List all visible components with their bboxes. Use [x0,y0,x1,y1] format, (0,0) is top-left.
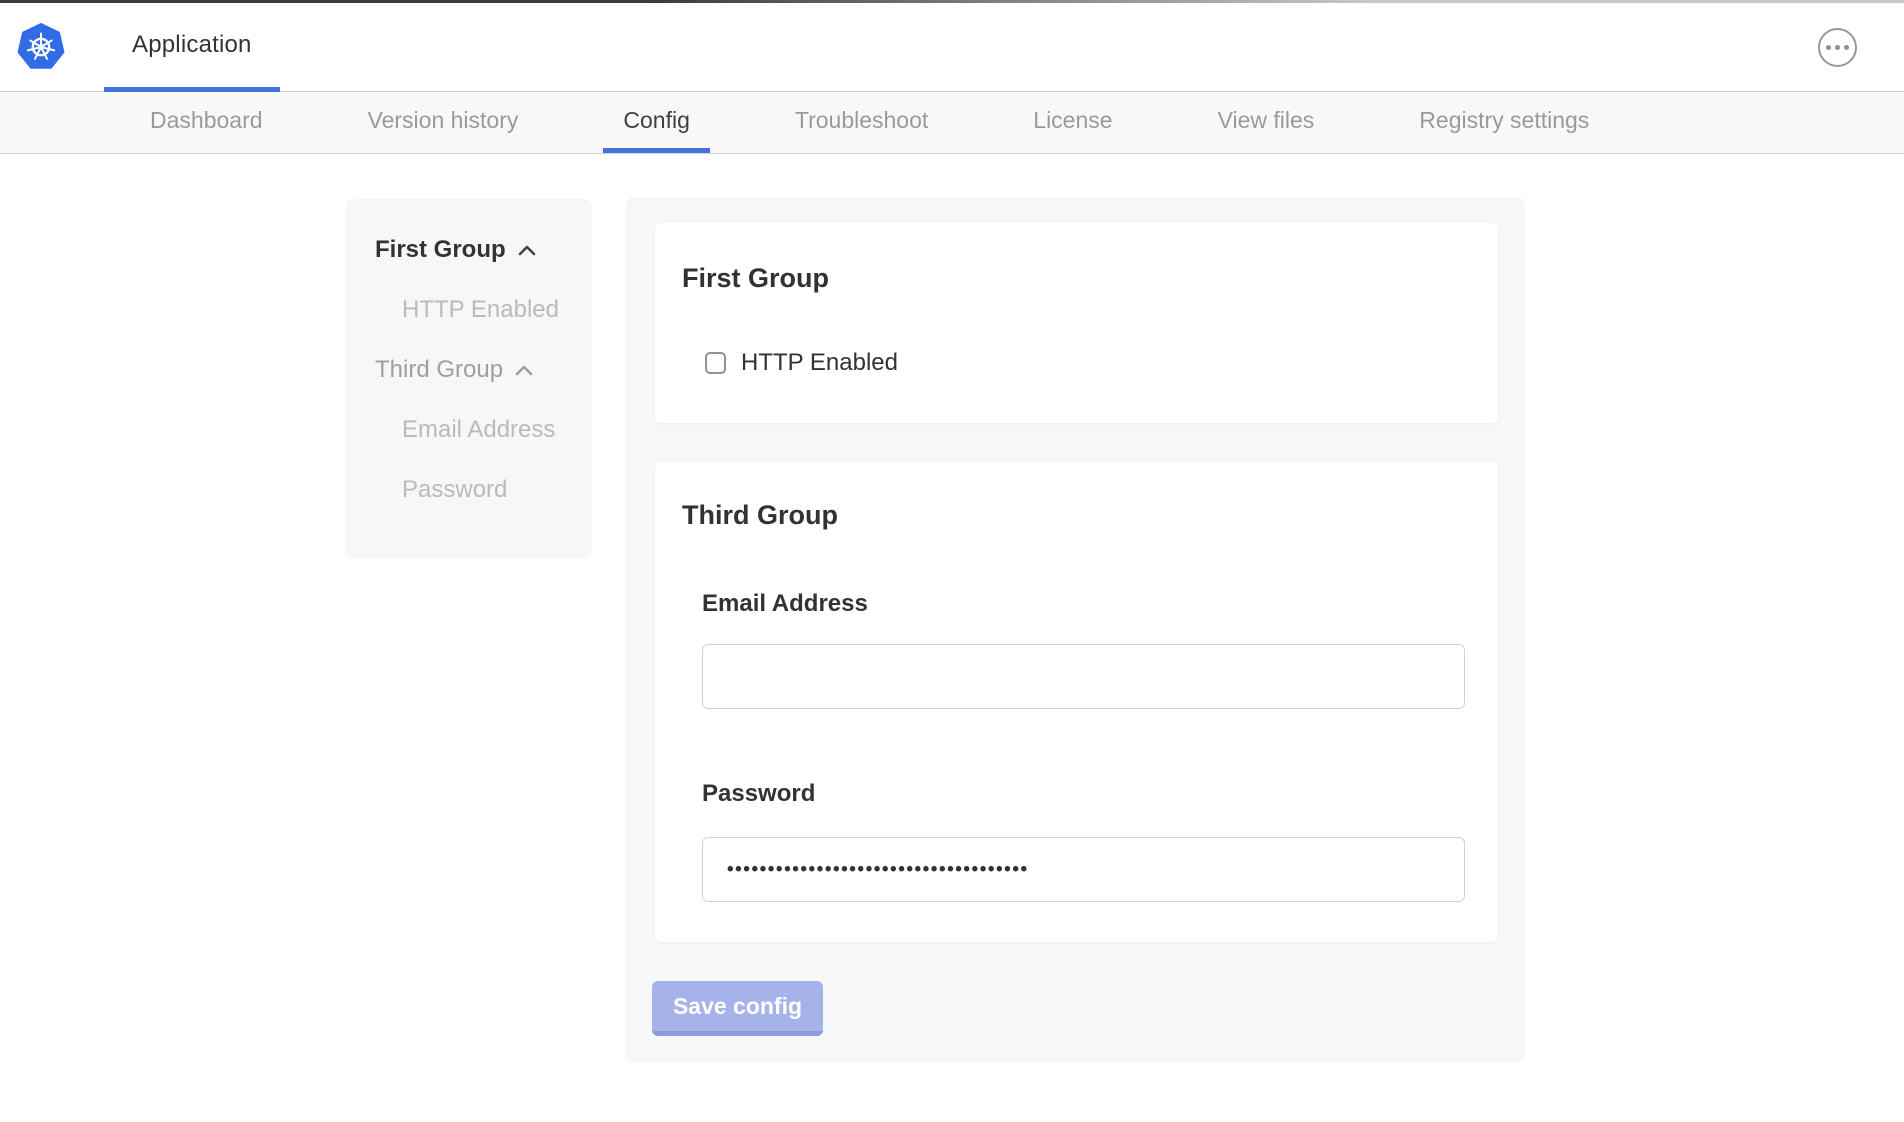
chevron-up-icon [515,365,533,376]
sidebar-item-password[interactable]: Password [346,460,592,520]
tab-version-history[interactable]: Version history [348,92,539,153]
app-subnav: Dashboard Version history Config Trouble… [0,92,1904,154]
config-panel: First Group HTTP Enabled Third Group Ema… [626,197,1525,1063]
sidebar-group-label: First Group [375,236,506,264]
tab-registry-settings[interactable]: Registry settings [1399,92,1609,153]
sidebar-group-first-group[interactable]: First Group [346,220,592,280]
config-page: Application Dashboard Version history Co… [0,0,1904,1122]
sidebar-item-label: Password [402,476,507,504]
email-address-label: Email Address [702,590,868,618]
group-title: Third Group [682,500,838,531]
kubernetes-logo-icon [17,23,65,71]
sidebar-item-http-enabled[interactable]: HTTP Enabled [346,280,592,340]
tab-license[interactable]: License [1013,92,1132,153]
group-title: First Group [682,263,829,294]
save-config-button[interactable]: Save config [652,981,823,1036]
ellipsis-icon [1826,45,1831,50]
email-address-field[interactable] [702,644,1465,709]
password-field[interactable] [702,837,1465,902]
config-group-card-first: First Group HTTP Enabled [655,223,1498,423]
config-sidebar: First Group HTTP Enabled Third Group Ema… [346,199,592,559]
http-enabled-row: HTTP Enabled [705,349,898,377]
sidebar-item-email-address[interactable]: Email Address [346,400,592,460]
config-group-card-third: Third Group Email Address Password [655,462,1498,942]
password-label: Password [702,780,815,808]
http-enabled-label[interactable]: HTTP Enabled [741,349,898,377]
app-header: Application [0,3,1904,92]
tab-dashboard[interactable]: Dashboard [130,92,283,153]
ellipsis-icon [1844,45,1849,50]
sidebar-item-label: Email Address [402,416,555,444]
sidebar-group-label: Third Group [375,356,503,384]
tab-config[interactable]: Config [603,92,709,153]
ellipsis-icon [1835,45,1840,50]
http-enabled-checkbox[interactable] [705,352,726,374]
tab-view-files[interactable]: View files [1198,92,1335,153]
tab-application[interactable]: Application [104,3,280,92]
tab-troubleshoot[interactable]: Troubleshoot [775,92,948,153]
tab-application-label: Application [132,31,252,59]
sidebar-group-third-group[interactable]: Third Group [346,340,592,400]
sidebar-item-label: HTTP Enabled [402,296,559,324]
chevron-up-icon [518,245,536,256]
overflow-menu-button[interactable] [1818,28,1857,67]
